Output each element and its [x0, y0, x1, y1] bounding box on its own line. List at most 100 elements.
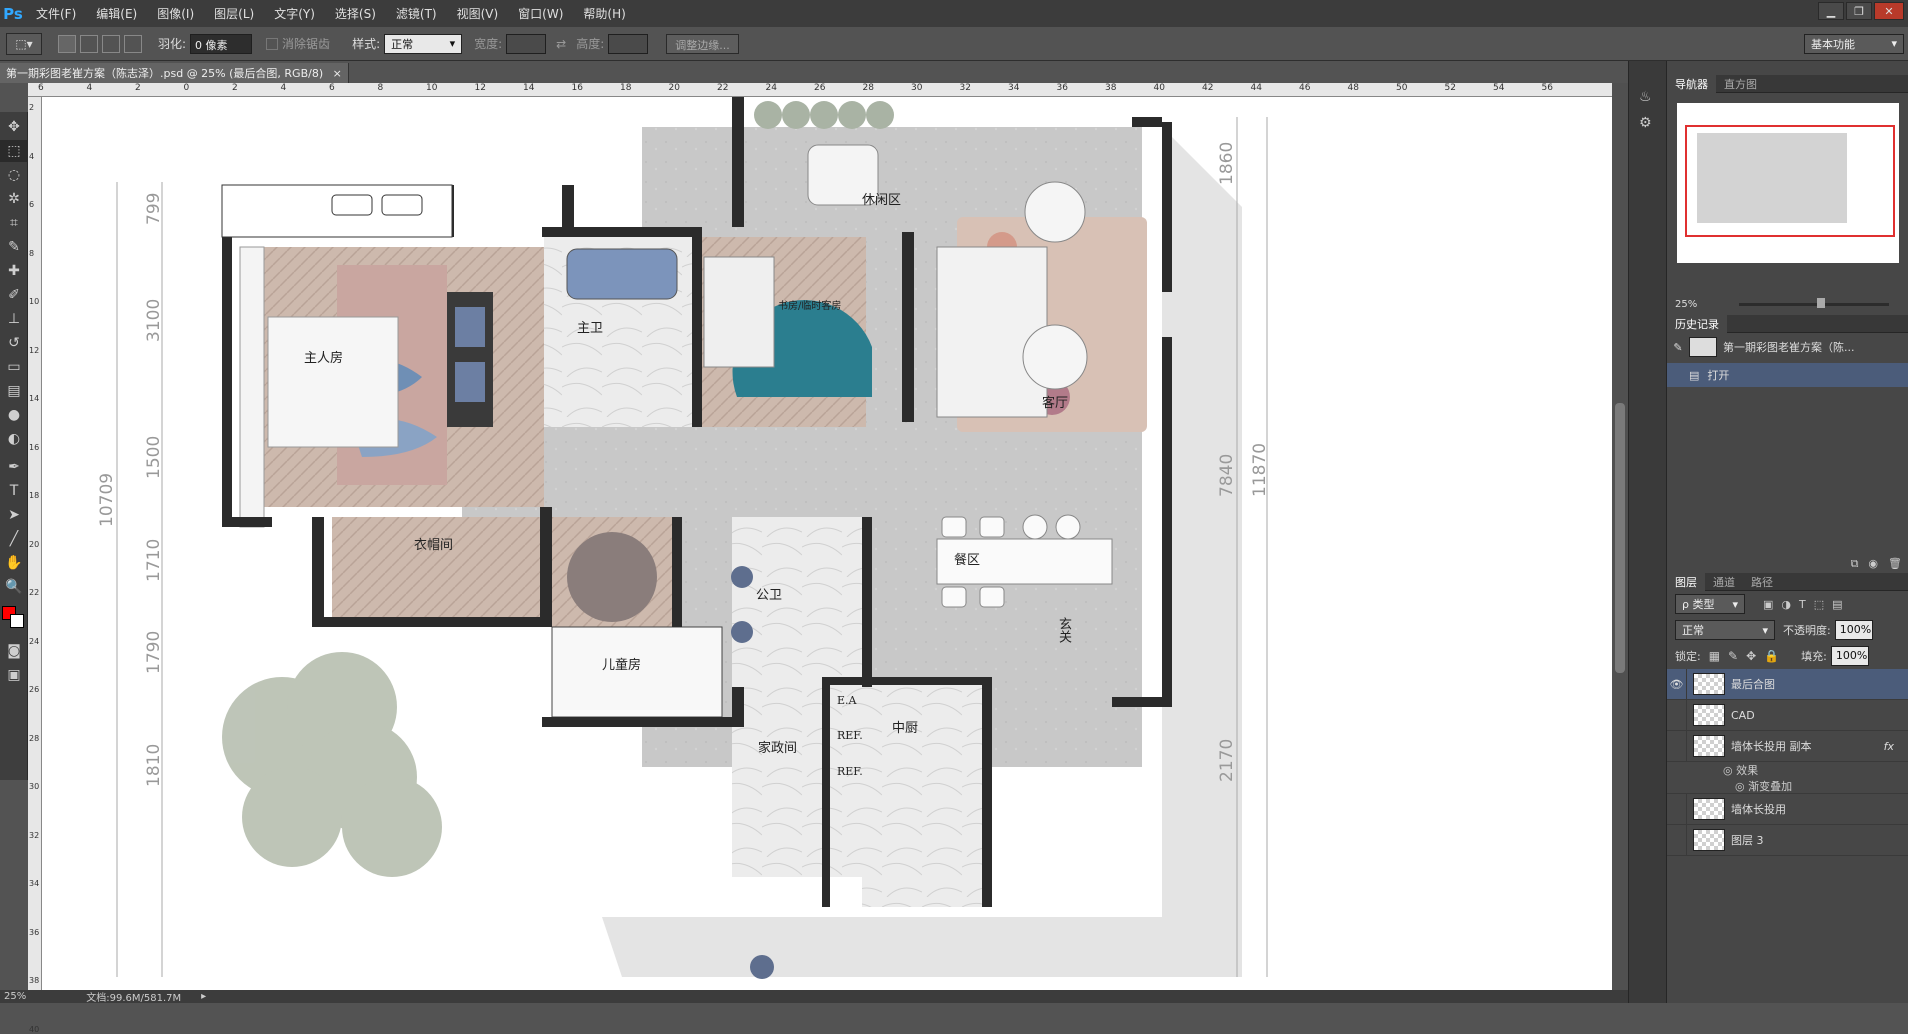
crop-tool-icon[interactable]: ⌗ — [0, 212, 28, 234]
visibility-toggle[interactable] — [1667, 699, 1687, 731]
screen-mode-icon[interactable]: ▣ — [0, 664, 28, 686]
add-selection-icon[interactable] — [80, 34, 98, 53]
tab-navigator[interactable]: 导航器 — [1667, 74, 1716, 93]
history-brush-tool-icon[interactable]: ↺ — [0, 332, 28, 354]
photoshop-logo: Ps — [3, 4, 23, 23]
close-window-button[interactable]: ✕ — [1874, 2, 1904, 20]
brush-tool-icon[interactable]: ✐ — [0, 284, 28, 306]
adjustments-panel-icon[interactable]: ⚙ — [1639, 115, 1652, 131]
navigator-zoom[interactable]: 25% — [1675, 299, 1697, 310]
dim-right-a: 1860 — [1217, 141, 1237, 185]
height-input[interactable] — [608, 33, 649, 54]
visibility-toggle[interactable] — [1667, 730, 1687, 762]
magic-wand-tool-icon[interactable]: ✲ — [0, 188, 28, 210]
pen-tool-icon[interactable]: ✒ — [0, 456, 28, 478]
layer-row[interactable]: 墙体长投用 — [1667, 793, 1908, 825]
tab-paths[interactable]: 路径 — [1743, 573, 1781, 591]
menu-item[interactable]: 帮助(H) — [573, 5, 635, 22]
width-input[interactable] — [506, 33, 547, 54]
fill-input[interactable]: 100% — [1830, 646, 1869, 666]
marquee-preset-icon[interactable]: ⬚▾ — [6, 32, 42, 55]
gradient-overlay-row[interactable]: ◎ 渐变叠加 — [1667, 778, 1908, 794]
new-document-from-state-icon[interactable]: ⧉ — [1851, 557, 1859, 571]
layer-effects-row[interactable]: ◎ 效果 — [1667, 762, 1908, 778]
gradient-tool-icon[interactable]: ▤ — [0, 380, 28, 402]
tab-channels[interactable]: 通道 — [1705, 573, 1743, 591]
layer-row[interactable]: CAD — [1667, 699, 1908, 731]
navigator-thumbnail[interactable] — [1677, 103, 1899, 263]
ruler-tick-label: 10 — [426, 83, 438, 93]
layer-row[interactable]: 墙体长投用 副本 fx — [1667, 730, 1908, 762]
document-tab[interactable]: 第一期彩图老崔方案（陈志泽）.psd @ 25% (最后合图, RGB/8) × — [0, 63, 349, 83]
ruler-tick-label: 8 — [29, 248, 35, 258]
path-selection-tool-icon[interactable]: ➤ — [0, 504, 28, 526]
refine-edge-button[interactable]: 调整边缘... — [666, 33, 739, 54]
tab-history[interactable]: 历史记录 — [1667, 314, 1727, 333]
document-canvas[interactable]: 主人房 主卫 书房/临时客房 休闲区 客厅 衣帽间 公卫 儿童房 餐区 玄关 家… — [42, 97, 1628, 990]
trash-icon[interactable]: 🗑 — [1888, 557, 1902, 571]
zoom-tool-icon[interactable]: 🔍 — [0, 576, 28, 598]
visibility-toggle[interactable] — [1667, 793, 1687, 825]
layer-row[interactable]: 图层 3 — [1667, 824, 1908, 856]
subtract-selection-icon[interactable] — [102, 34, 120, 53]
blend-mode-select[interactable]: 正常 ▾ — [1675, 620, 1775, 640]
antialias-checkbox[interactable] — [266, 37, 279, 50]
lasso-tool-icon[interactable]: ◌ — [0, 164, 28, 186]
room-label-public-bath: 公卫 — [756, 588, 783, 603]
hand-tool-icon[interactable]: ✋ — [0, 552, 28, 574]
style-select[interactable]: 正常 ▾ — [384, 33, 463, 54]
history-brush-panel-icon[interactable]: ♨ — [1639, 89, 1652, 105]
move-tool-icon[interactable]: ✥ — [0, 116, 28, 138]
opacity-input[interactable]: 100% — [1834, 620, 1873, 640]
eraser-tool-icon[interactable]: ▭ — [0, 356, 28, 378]
menu-item[interactable]: 窗口(W) — [508, 5, 573, 22]
background-color-swatch[interactable] — [10, 614, 24, 628]
menu-item[interactable]: 文字(Y) — [264, 5, 325, 22]
feather-input[interactable]: 0 像素 — [190, 33, 253, 54]
navigator-slider-handle[interactable] — [1817, 298, 1825, 308]
menu-item[interactable]: 滤镜(T) — [386, 5, 447, 22]
lock-icons[interactable]: ▦✎✥🔒 — [1709, 649, 1787, 663]
restore-button[interactable]: ❐ — [1846, 2, 1872, 20]
healing-brush-tool-icon[interactable]: ✚ — [0, 260, 28, 282]
menu-item[interactable]: 图像(I) — [147, 5, 204, 22]
dodge-tool-icon[interactable]: ◐ — [0, 428, 28, 450]
history-snapshot[interactable]: ✎ 第一期彩图老崔方案（陈... — [1667, 333, 1908, 361]
history-item-open[interactable]: ▤ 打开 — [1667, 363, 1908, 387]
eye-icon[interactable]: 👁 — [1667, 668, 1687, 700]
canvas-scrollbar[interactable] — [1612, 83, 1628, 990]
line-tool-icon[interactable]: ╱ — [0, 528, 28, 550]
menu-item[interactable]: 视图(V) — [447, 5, 509, 22]
eyedropper-tool-icon[interactable]: ✎ — [0, 236, 28, 258]
menu-item[interactable]: 文件(F) — [26, 5, 86, 22]
blur-tool-icon[interactable]: ● — [0, 404, 28, 426]
camera-icon[interactable]: ◉ — [1868, 557, 1878, 571]
layer-filter-select[interactable]: ρ 类型 ▾ — [1675, 594, 1745, 614]
workspace-select[interactable]: 基本功能 ▾ — [1804, 33, 1904, 54]
menu-item[interactable]: 编辑(E) — [86, 5, 147, 22]
menu-item[interactable]: 选择(S) — [325, 5, 386, 22]
scrollbar-thumb[interactable] — [1615, 403, 1625, 673]
layer-row[interactable]: 👁 最后合图 — [1667, 668, 1908, 700]
right-panel-dock: 导航器 直方图 25% 历史记录 ✎ 第一期彩图老崔方案（陈... ▤ 打开 ⧉… — [1666, 61, 1908, 1003]
new-selection-icon[interactable] — [58, 34, 76, 53]
stamp-tool-icon[interactable]: ⊥ — [0, 308, 28, 330]
marquee-tool-icon[interactable]: ⬚ — [0, 140, 28, 162]
quick-mask-icon[interactable]: ◙ — [0, 640, 28, 662]
minimize-button[interactable]: ▁ — [1818, 2, 1844, 20]
swap-icon[interactable]: ⇄ — [556, 37, 566, 51]
status-arrow-icon[interactable]: ▸ — [201, 991, 206, 1002]
status-zoom[interactable]: 25% — [4, 991, 26, 1002]
type-tool-icon[interactable]: T — [0, 480, 28, 502]
intersect-selection-icon[interactable] — [124, 34, 142, 53]
visibility-toggle[interactable] — [1667, 824, 1687, 856]
room-label-lounge: 休闲区 — [862, 193, 902, 208]
close-tab-icon[interactable]: × — [333, 67, 342, 80]
navigator-zoom-slider[interactable] — [1739, 303, 1889, 306]
fx-icon[interactable]: fx — [1884, 740, 1894, 753]
menu-item[interactable]: 图层(L) — [204, 5, 264, 22]
tab-layers[interactable]: 图层 — [1667, 572, 1705, 591]
navigator-view-box[interactable] — [1685, 125, 1895, 237]
layer-filter-icons[interactable]: ▣◑T⬚▤ — [1763, 598, 1851, 611]
tab-histogram[interactable]: 直方图 — [1716, 75, 1765, 93]
